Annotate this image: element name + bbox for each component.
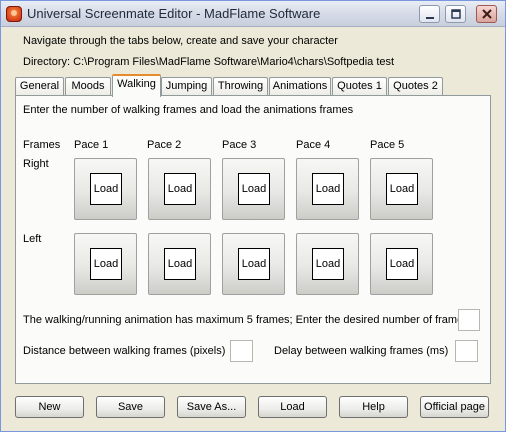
tab-throwing[interactable]: Throwing	[213, 77, 268, 96]
pace-2-header: Pace 2	[147, 139, 182, 151]
title-bar[interactable]: Universal Screenmate Editor - MadFlame S…	[1, 1, 505, 27]
left-pace-2-slot[interactable]: Load	[148, 233, 211, 295]
left-pace-3-slot[interactable]: Load	[222, 233, 285, 295]
load-frame-button[interactable]: Load	[386, 248, 418, 280]
tab-quotes-1[interactable]: Quotes 1	[332, 77, 387, 96]
max-frames-text: The walking/running animation has maximu…	[23, 314, 469, 326]
directory-row: Directory: C:\Program Files\MadFlame Sof…	[23, 56, 394, 68]
frames-count-input[interactable]	[458, 309, 480, 331]
walking-intro: Enter the number of walking frames and l…	[23, 104, 354, 116]
right-pace-3-slot[interactable]: Load	[222, 158, 285, 220]
app-icon	[6, 6, 22, 22]
minimize-button[interactable]	[419, 5, 440, 23]
navigation-instruction: Navigate through the tabs below, create …	[23, 35, 338, 47]
pace-5-header: Pace 5	[370, 139, 405, 151]
pace-1-header: Pace 1	[74, 139, 109, 151]
help-button[interactable]: Help	[339, 396, 408, 418]
editor-window: Universal Screenmate Editor - MadFlame S…	[0, 0, 506, 432]
window-title: Universal Screenmate Editor - MadFlame S…	[27, 6, 321, 21]
right-pace-4-slot[interactable]: Load	[296, 158, 359, 220]
frames-label: Frames	[23, 139, 61, 151]
maximize-icon	[451, 9, 461, 19]
tab-quotes-2[interactable]: Quotes 2	[388, 77, 443, 96]
load-frame-button[interactable]: Load	[386, 173, 418, 205]
delay-input[interactable]	[455, 340, 478, 362]
new-button[interactable]: New	[15, 396, 84, 418]
left-label: Left	[23, 233, 42, 245]
maximize-button[interactable]	[445, 5, 466, 23]
distance-input[interactable]	[230, 340, 253, 362]
minimize-icon	[426, 17, 434, 19]
right-label: Right	[23, 158, 49, 170]
distance-label: Distance between walking frames (pixels)	[23, 345, 226, 357]
official-page-button[interactable]: Official page	[420, 396, 489, 418]
tab-walking[interactable]: Walking	[112, 74, 161, 97]
load-frame-button[interactable]: Load	[238, 173, 270, 205]
load-frame-button[interactable]: Load	[164, 173, 196, 205]
tab-general[interactable]: General	[15, 77, 64, 96]
load-frame-button[interactable]: Load	[90, 173, 122, 205]
close-button[interactable]	[476, 5, 497, 23]
tab-moods[interactable]: Moods	[65, 77, 111, 96]
close-icon	[482, 9, 492, 19]
right-pace-5-slot[interactable]: Load	[370, 158, 433, 220]
save-as-button[interactable]: Save As...	[177, 396, 246, 418]
right-pace-2-slot[interactable]: Load	[148, 158, 211, 220]
directory-label: Directory:	[23, 56, 71, 68]
load-frame-button[interactable]: Load	[238, 248, 270, 280]
load-button[interactable]: Load	[258, 396, 327, 418]
load-frame-button[interactable]: Load	[164, 248, 196, 280]
load-frame-button[interactable]: Load	[312, 173, 344, 205]
load-frame-button[interactable]: Load	[90, 248, 122, 280]
pace-3-header: Pace 3	[222, 139, 257, 151]
directory-path: C:\Program Files\MadFlame Software\Mario…	[73, 56, 395, 68]
save-button[interactable]: Save	[96, 396, 165, 418]
tab-animations[interactable]: Animations	[269, 77, 331, 96]
load-frame-button[interactable]: Load	[312, 248, 344, 280]
left-pace-5-slot[interactable]: Load	[370, 233, 433, 295]
pace-4-header: Pace 4	[296, 139, 331, 151]
right-pace-1-slot[interactable]: Load	[74, 158, 137, 220]
left-pace-4-slot[interactable]: Load	[296, 233, 359, 295]
left-pace-1-slot[interactable]: Load	[74, 233, 137, 295]
delay-label: Delay between walking frames (ms)	[274, 345, 449, 357]
tab-jumping[interactable]: Jumping	[161, 77, 212, 96]
